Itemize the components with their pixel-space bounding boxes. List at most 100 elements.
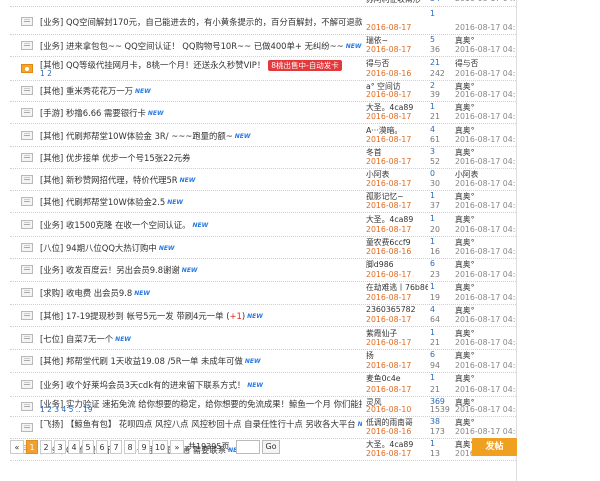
last-reply-user[interactable]: 真奥° [455, 214, 475, 225]
pager-page-5[interactable]: 5 [82, 440, 94, 454]
reply-count[interactable]: 5 [430, 35, 452, 44]
reply-count[interactable]: 6 [430, 259, 452, 268]
thread-author[interactable]: 麦鱼0c4e [366, 373, 428, 384]
thread-category[interactable]: [飞扬] [40, 419, 63, 429]
new-post-button[interactable]: 发帖 [472, 438, 517, 456]
thread-row[interactable]: [业务] 收1500克隆 在收一个空间认证。 NEW 大圣。4ca89 2016-08… [10, 213, 516, 237]
last-reply-time[interactable]: 2016-08-17 04:48 [455, 270, 516, 279]
reply-count[interactable]: 1 [430, 214, 452, 223]
reply-count[interactable]: 1 [430, 191, 452, 200]
thread-title[interactable]: [业务] 收1500克隆 在收一个空间认证。 NEW [40, 219, 362, 231]
last-reply-time[interactable]: 2016-08-17 04:47 [455, 338, 516, 347]
thread-category[interactable]: [业务] [40, 17, 63, 27]
thread-category[interactable]: [其他] [40, 356, 63, 366]
thread-row[interactable]: [八位] 94期八位QQ大热订购中 NEW 童农费6ccf9 2016-08-16 1 1… [10, 236, 516, 259]
thread-pages[interactable]: 1 2 3 4 5 .. 19 [40, 405, 362, 414]
last-reply-time[interactable]: 2016-08-17 04:53 [455, 23, 516, 32]
last-reply-time[interactable]: 2016-08-17 04:48 [455, 247, 516, 256]
thread-title-text[interactable]: 【鲸鱼有包】 花呗四点 风控八点 风控秒回十点 自录任性行十点 另收各大平台 [66, 419, 356, 429]
thread-title-text[interactable]: 代刷邦帮堂10W体验金2.5 [66, 197, 165, 207]
reply-count[interactable]: 1 [430, 102, 452, 111]
last-reply-time[interactable]: 2016-08-17 04:49 [455, 225, 516, 234]
thread-category[interactable]: [七位] [40, 334, 63, 344]
reply-count[interactable]: 0 [430, 169, 452, 178]
thread-title-text[interactable]: 邦帮堂代刷 1天收益19.08 /5R一单 未成年可做 [66, 356, 243, 366]
thread-title-text[interactable]: 代刷邦帮堂10W体验金 3R/ ~~~跑量的额~ [66, 131, 233, 141]
last-reply-time[interactable]: 2016-08-17 04:47 [455, 315, 516, 324]
thread-pages[interactable]: 1 2 [40, 69, 362, 78]
thread-title-text[interactable]: 进来拿包包~~ QQ空间认证！ QQ购物号10R~~ 已做400单+ 无纠纷~~ [66, 41, 344, 51]
last-reply-time[interactable]: 2016-08-17 04:51 [455, 135, 516, 144]
reply-count[interactable]: 38 [430, 417, 452, 426]
thread-category[interactable]: [其他] [40, 86, 63, 96]
thread-title-text[interactable]: 收个好莱坞会员3天cdk有的进来留下联系方式！ [66, 380, 245, 390]
pager-page-9[interactable]: 9 [138, 440, 150, 454]
thread-title[interactable]: [手游] 秒撸6.66 需要银行卡 NEW [40, 107, 362, 119]
last-reply-time[interactable]: 2016-08-17 04:52 [455, 90, 516, 99]
thread-title[interactable]: [业务] 进来拿包包~~ QQ空间认证！ QQ购物号10R~~ 已做400单+ … [40, 40, 362, 52]
reply-count[interactable]: 6 [430, 350, 452, 359]
last-reply-time[interactable]: 2016-08-17 04:46 [455, 385, 516, 394]
thread-author[interactable]: 在劫难逃丨76b86 [366, 282, 428, 293]
last-reply-time[interactable]: 2016-08-17 04:53 [455, 45, 516, 54]
thread-title[interactable]: [其他] 代刷邦帮堂10W体验金 3R/ ~~~跑量的额~ NEW [40, 130, 362, 142]
thread-title[interactable]: [求购] 收电费 出会员9.8 NEW [40, 287, 362, 299]
thread-author[interactable]: 得与否 [366, 58, 428, 69]
thread-row[interactable]: [业务] 收个好莱坞会员3天cdk有的进来留下联系方式！ NEW 麦鱼0c4e 201… [10, 372, 516, 397]
reply-count[interactable]: 1 [430, 328, 452, 337]
last-reply-time[interactable]: 2016-08-17 04:52 [455, 69, 516, 78]
thread-row[interactable]: [其他] 邦帮堂代刷 1天收益19.08 /5R一单 未成年可做 NEW 扬 2016… [10, 349, 516, 373]
thread-category[interactable]: [其他] [40, 197, 63, 207]
last-reply-user[interactable]: 真奥° [455, 259, 475, 270]
thread-row[interactable]: [业务] 收发百度云！另出会员9.8谢谢 NEW 脚d986 2016-08-17 6 2… [10, 258, 516, 282]
thread-category[interactable]: [八位] [40, 243, 63, 253]
thread-category[interactable]: [其他] [40, 153, 63, 163]
thread-row[interactable]: [手游] 秒撸6.66 需要银行卡 NEW 大圣。4ca89 2016-08-17 1 2… [10, 101, 516, 124]
thread-row[interactable]: [业务] 实力验证 速拓免流 给你想要的稳定，给你想要的免流成果！鲸鱼一个月 你… [10, 396, 516, 417]
thread-author[interactable]: 苏阿利征收兩形 [366, 0, 428, 5]
thread-title[interactable]: [其他] 17-19提现秒到 帐号5元一发 带刷4元一单 (+1) NEW [40, 310, 362, 322]
thread-author[interactable]: 大圣。4ca89 [366, 214, 428, 225]
thread-title-text[interactable]: 新秒赞网招代理，特价代理5R [66, 175, 178, 185]
thread-title-text[interactable]: 秒撸6.66 需要银行卡 [66, 108, 146, 118]
pager-next-button[interactable]: » [170, 440, 184, 454]
thread-author[interactable]: 扬 [366, 350, 428, 361]
thread-title-text[interactable]: 优步接单 优步一个号15张22元券 [66, 153, 190, 163]
pager-page-10[interactable]: 10 [152, 440, 168, 454]
thread-row[interactable]: [业务] QQ空间解封170元，自己能进去的，有小黄条提示的，百分百解封，不解可… [10, 8, 516, 35]
pager-go-button[interactable]: Go [262, 440, 280, 454]
thread-category[interactable]: [其他] [40, 311, 63, 321]
reply-count[interactable]: 1 [430, 373, 452, 382]
pager-page-7[interactable]: 7 [110, 440, 122, 454]
last-reply-time[interactable]: 2016-08-17 04:52 [455, 112, 516, 121]
thread-title[interactable]: [其他] 重米秀花花万一万 NEW [40, 85, 362, 97]
thread-row[interactable]: [其他] 优步接单 优步一个号15张22元券 冬首 2016-08-17 3 52 真奥°… [10, 146, 516, 169]
thread-category[interactable]: [手游] [40, 108, 63, 118]
thread-title[interactable]: [七位] 自菜7无一个 NEW [40, 333, 362, 345]
thread-title-text[interactable]: 收发百度云！另出会员9.8谢谢 [66, 265, 180, 275]
thread-row[interactable]: [其他] QQ等级代挂网月卡，8桃一个月！还送永久秒赞VIP！ 8桃出售中-自动发… [10, 57, 516, 81]
last-reply-time[interactable]: 2016-08-17 04:49 [455, 201, 516, 210]
thread-author[interactable]: 2360365782 [366, 305, 428, 314]
pager-page-3[interactable]: 3 [54, 440, 66, 454]
thread-title-text[interactable]: 17-19提现秒到 帐号5元一发 带刷4元一单 [66, 311, 224, 321]
pager-jump-input[interactable] [236, 440, 260, 454]
thread-category[interactable]: [业务] [40, 41, 63, 51]
thread-title-text[interactable]: 自菜7无一个 [66, 334, 113, 344]
thread-row[interactable]: [其他] 新秒赞网招代理，特价代理5R NEW 小阿表 2016-08-17 0 30 小阿… [10, 168, 516, 191]
pager-page-1[interactable]: 1 [26, 440, 38, 454]
pager-page-8[interactable]: 8 [124, 440, 136, 454]
pager-prev-button[interactable]: « [10, 440, 24, 454]
pager-page-6[interactable]: 6 [96, 440, 108, 454]
thread-title[interactable]: [其他] 代刷邦帮堂10W体验金2.5 NEW [40, 196, 362, 208]
thread-title-text[interactable]: 重米秀花花万一万 [66, 86, 133, 96]
thread-category[interactable]: [其他] [40, 131, 63, 141]
reply-count[interactable]: 21 [430, 58, 452, 67]
thread-row[interactable]: [其他] 代刷邦帮堂10W体验金2.5 NEW 孤影记忆~ 2016-08-17 1 37… [10, 190, 516, 213]
thread-row[interactable]: [其他] 17-19提现秒到 帐号5元一发 带刷4元一单 (+1) NEW 2360… [10, 304, 516, 327]
reply-count[interactable]: 34 [430, 0, 452, 3]
last-reply-time[interactable]: 2016-08-17 04:51 [455, 157, 516, 166]
last-reply-user[interactable]: 真奥° [455, 350, 475, 361]
thread-category[interactable]: [业务] [40, 380, 63, 390]
thread-author[interactable]: 脚d986 [366, 259, 428, 270]
